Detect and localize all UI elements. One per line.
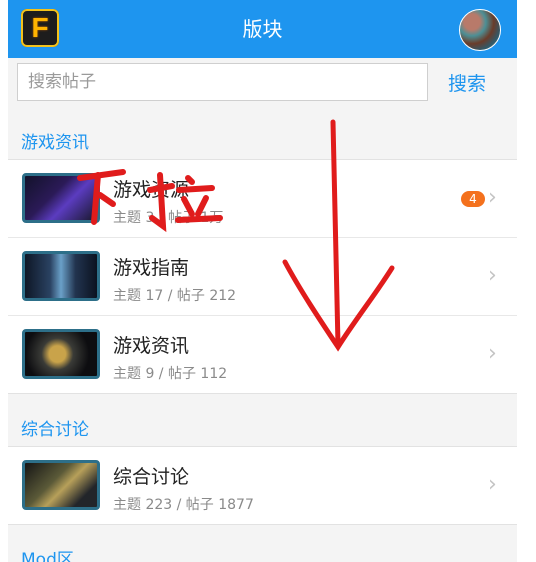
forum-row-news[interactable]: 游戏资讯 主题 9 / 帖子 112 › <box>8 316 517 393</box>
forum-stats: 主题 223 / 帖子 1877 <box>113 497 254 513</box>
forum-name: 综合讨论 <box>113 466 190 488</box>
section-title-mod: Mod区 <box>21 550 74 562</box>
forum-row-resources[interactable]: 游戏资源 主题 3 / 帖子 1万 4 › <box>8 160 517 238</box>
forum-stats: 主题 9 / 帖子 112 <box>113 366 228 382</box>
section-title-discussion: 综合讨论 <box>21 420 89 440</box>
search-input[interactable] <box>17 63 428 101</box>
avatar[interactable] <box>459 9 501 51</box>
search-button[interactable]: 搜索 <box>448 67 508 97</box>
new-post-badge: 4 <box>461 191 485 207</box>
forum-list-games: 游戏资源 主题 3 / 帖子 1万 4 › 游戏指南 主题 17 / 帖子 21… <box>8 159 517 394</box>
header-bar: F 版块 <box>8 0 517 58</box>
chevron-right-icon: › <box>488 263 497 288</box>
chevron-right-icon: › <box>488 341 497 366</box>
app: F 版块 搜索 游戏资讯 游戏资源 主题 3 / 帖子 1万 4 › 游戏指南 … <box>8 0 517 562</box>
forum-thumbnail <box>22 329 100 379</box>
forum-thumbnail <box>22 173 100 223</box>
forum-row-guides[interactable]: 游戏指南 主题 17 / 帖子 212 › <box>8 238 517 316</box>
forum-name: 游戏资源 <box>113 179 190 201</box>
forum-name: 游戏指南 <box>113 257 190 279</box>
forum-name: 游戏资讯 <box>113 335 190 357</box>
page-title: 版块 <box>242 17 283 41</box>
forum-thumbnail <box>22 460 100 510</box>
chevron-right-icon: › <box>488 472 497 497</box>
forum-stats: 主题 3 / 帖子 1万 <box>113 210 224 226</box>
forum-thumbnail <box>22 251 100 301</box>
chevron-right-icon: › <box>488 185 497 210</box>
forum-row-discussion[interactable]: 综合讨论 主题 223 / 帖子 1877 › <box>8 447 517 524</box>
forum-stats: 主题 17 / 帖子 212 <box>113 288 237 304</box>
forum-list-discussion: 综合讨论 主题 223 / 帖子 1877 › <box>8 446 517 525</box>
search-bar: 搜索 <box>8 58 517 110</box>
section-title-games: 游戏资讯 <box>21 133 89 153</box>
